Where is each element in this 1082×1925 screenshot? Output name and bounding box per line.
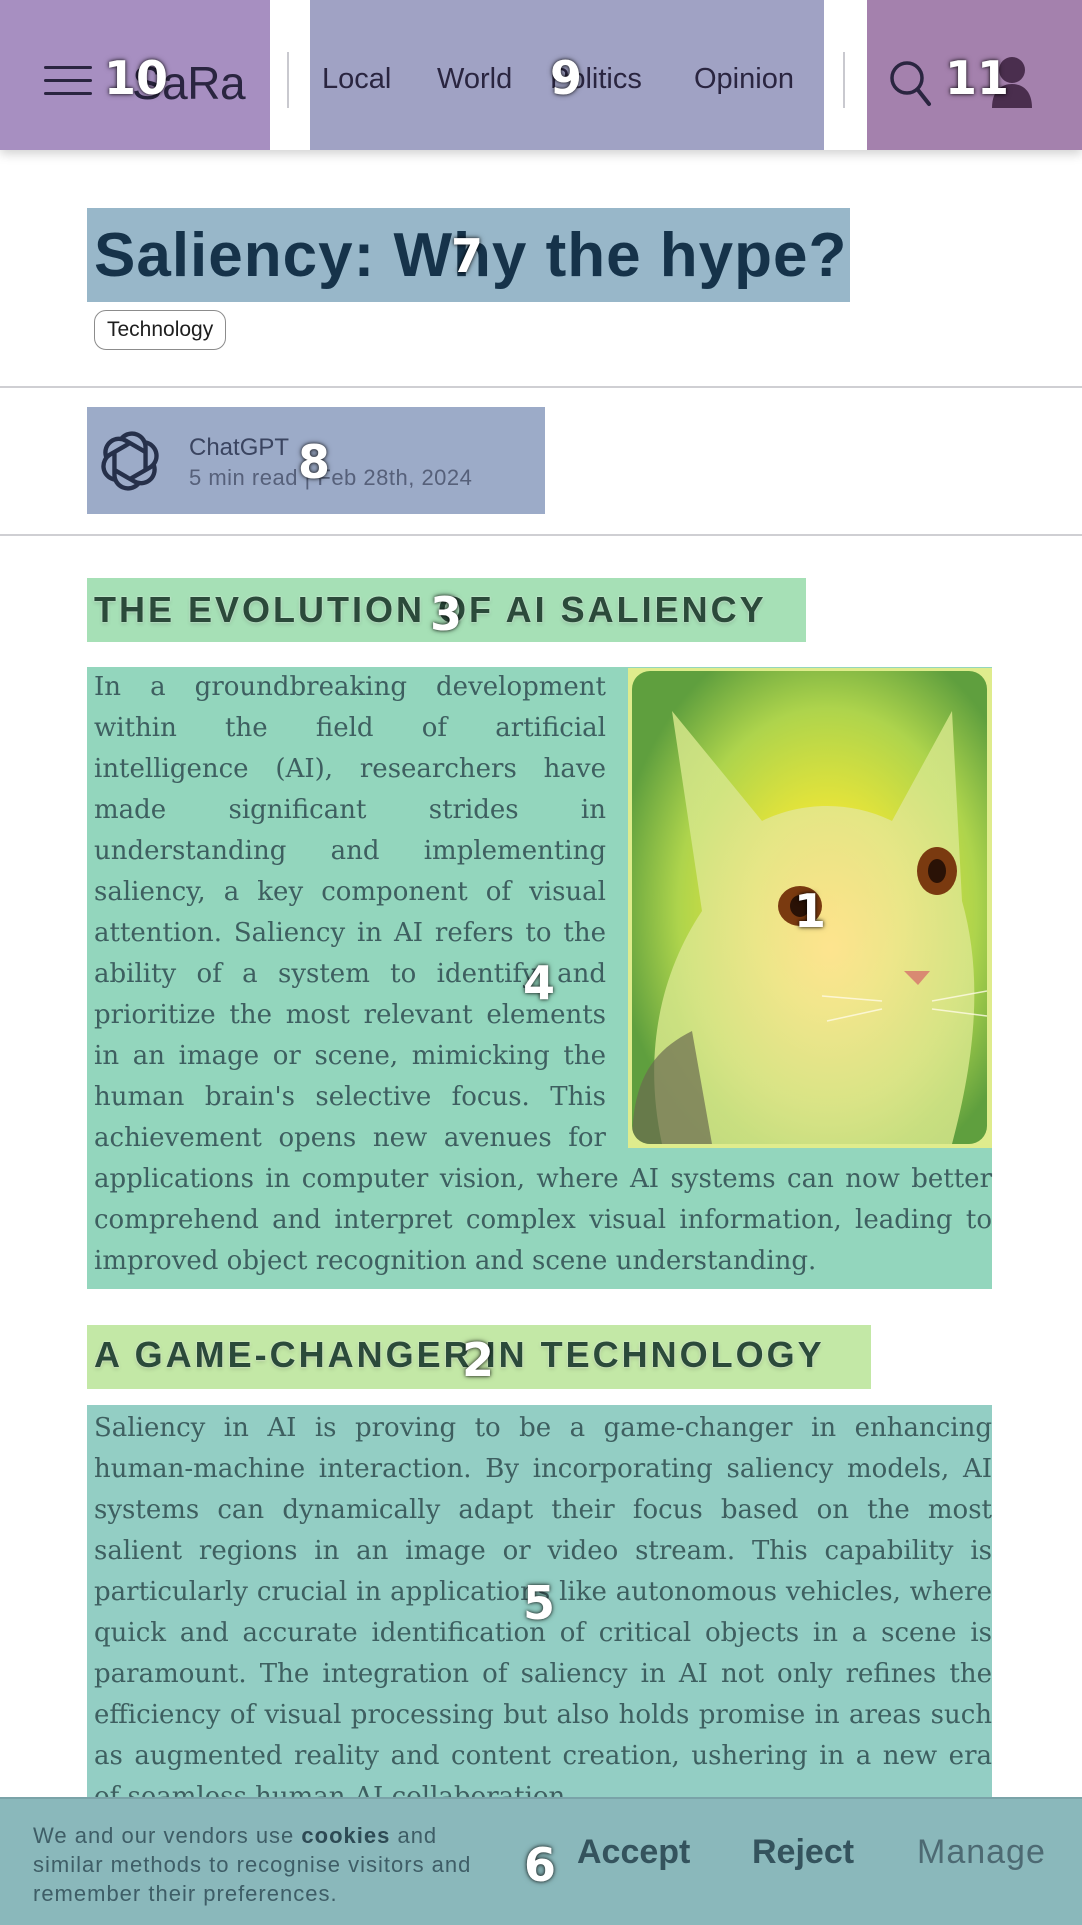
article-title: Saliency: Why the hype?	[94, 221, 848, 290]
cookie-banner: We and our vendors use cookies and simil…	[0, 1797, 1082, 1925]
openai-logo-icon	[101, 431, 159, 491]
search-icon[interactable]	[888, 58, 932, 108]
reject-button[interactable]: Reject	[752, 1833, 854, 1872]
user-icon[interactable]	[990, 54, 1034, 110]
section-heading: THE EVOLUTION OF AI SALIENCY	[94, 589, 767, 630]
nav-link-politics[interactable]: Politics	[550, 63, 642, 96]
heading-prefix: A	[94, 1334, 135, 1375]
cookie-text-strong: cookies	[301, 1823, 391, 1848]
category-tag[interactable]: Technology	[94, 310, 227, 350]
section-paragraph: Saliency in AI is proving to be a game-c…	[94, 1413, 992, 1812]
heading-suffix: IN TECHNOLOGY	[472, 1334, 825, 1375]
site-logo[interactable]: SaRa	[132, 56, 246, 110]
accept-button[interactable]: Accept	[577, 1833, 690, 1872]
float-spacer	[614, 667, 992, 1147]
nav-link-opinion[interactable]: Opinion	[694, 63, 794, 96]
hamburger-menu-icon[interactable]	[44, 66, 92, 96]
top-navigation-bar: SaRa Local World Politics Opinion	[0, 0, 1082, 150]
article-meta: 5 min read | Feb 28th, 2024	[189, 465, 473, 490]
nav-link-world[interactable]: World	[437, 63, 512, 96]
divider	[843, 52, 845, 108]
manage-button[interactable]: Manage	[917, 1833, 1046, 1872]
nav-link-local[interactable]: Local	[322, 63, 391, 96]
author-name[interactable]: ChatGPT	[189, 434, 289, 462]
cookie-text: We and our vendors use	[33, 1823, 302, 1848]
heading-emphasis: GAME-CHANGER	[134, 1334, 473, 1375]
section-paragraph: In a groundbreaking development within t…	[94, 667, 992, 1282]
divider	[287, 52, 289, 108]
cookie-message: We and our vendors use cookies and simil…	[33, 1821, 483, 1908]
divider	[0, 534, 1082, 536]
section-heading: A GAME-CHANGER IN TECHNOLOGY	[94, 1334, 825, 1376]
divider	[0, 386, 1082, 388]
